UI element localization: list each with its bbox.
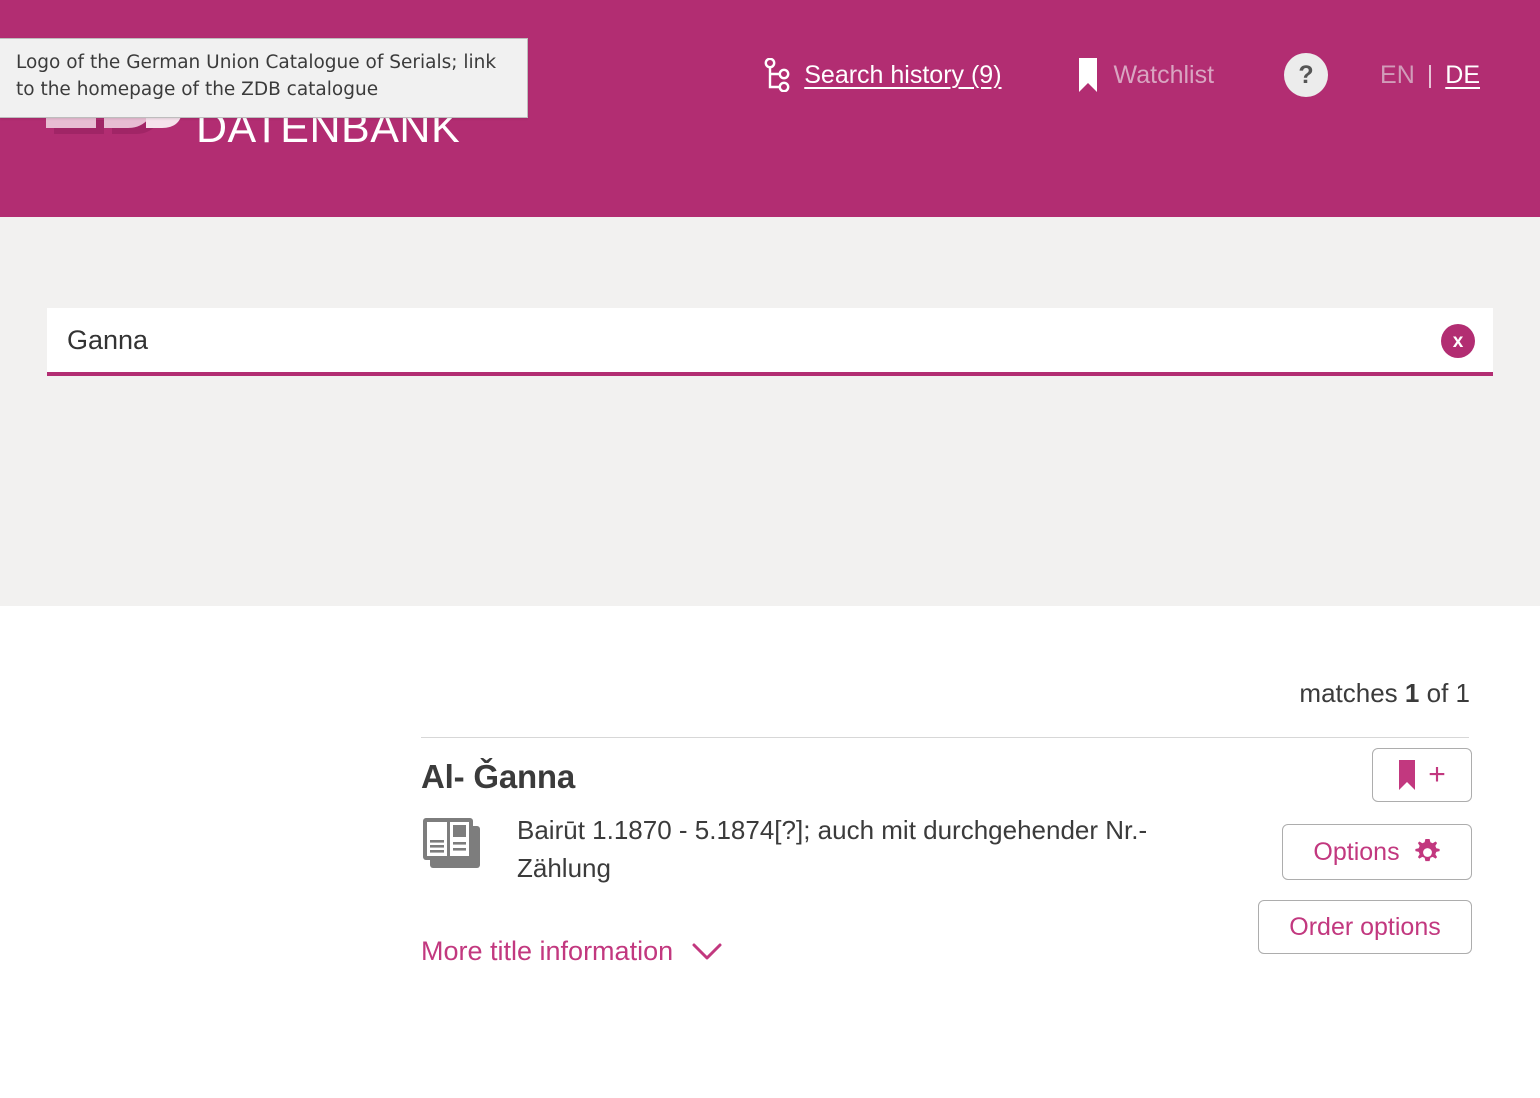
options-label: Options bbox=[1313, 838, 1399, 867]
search-input[interactable] bbox=[47, 308, 1493, 372]
query-field-wrap: x bbox=[47, 308, 1493, 376]
bookmark-icon bbox=[1398, 759, 1416, 791]
search-history-label: Search history (9) bbox=[804, 61, 1001, 90]
branch-icon bbox=[764, 58, 790, 92]
search-history-link[interactable]: Search history (9) bbox=[764, 58, 1001, 92]
site-header: DATENBANK Logo of the German Union Catal… bbox=[0, 0, 1540, 217]
results-divider bbox=[421, 737, 1469, 738]
match-count-prefix: matches bbox=[1299, 678, 1397, 708]
language-switcher: EN | DE bbox=[1380, 61, 1480, 90]
add-to-watchlist-button[interactable]: + bbox=[1372, 748, 1472, 802]
gear-icon bbox=[1414, 839, 1441, 866]
more-title-information-toggle[interactable]: More title information bbox=[421, 936, 723, 967]
options-button[interactable]: Options bbox=[1282, 824, 1472, 880]
watchlist-label: Watchlist bbox=[1114, 61, 1214, 90]
match-count-total: 1 bbox=[1456, 678, 1470, 708]
watchlist-link[interactable]: Watchlist bbox=[1078, 57, 1214, 93]
query-row: x bbox=[47, 308, 1493, 380]
lang-de-link[interactable]: DE bbox=[1445, 61, 1480, 90]
match-count-middle: of bbox=[1427, 678, 1449, 708]
help-button[interactable]: ? bbox=[1284, 53, 1328, 97]
result-description: Bairūt 1.1870 - 5.1874[?]; auch mit durc… bbox=[517, 812, 1197, 887]
match-count: matches 1 of 1 bbox=[1299, 678, 1470, 709]
result-actions: + Options Order options bbox=[1258, 748, 1472, 954]
match-count-current: 1 bbox=[1405, 678, 1419, 708]
bookmark-icon bbox=[1078, 57, 1098, 93]
search-panel: x Title keywords Search New search bbox=[0, 217, 1540, 606]
clear-search-button[interactable]: x bbox=[1441, 324, 1475, 358]
logo-tooltip: Logo of the German Union Catalogue of Se… bbox=[0, 38, 528, 118]
newspaper-icon bbox=[421, 816, 483, 872]
more-title-information-label: More title information bbox=[421, 936, 673, 967]
header-nav: Search history (9) Watchlist ? EN | DE bbox=[764, 52, 1480, 98]
lang-en-current: EN bbox=[1380, 61, 1415, 90]
results-area: matches 1 of 1 Al- Ǧanna bbox=[0, 606, 1540, 1098]
chevron-down-icon bbox=[691, 942, 723, 962]
lang-separator: | bbox=[1427, 61, 1434, 90]
order-options-button[interactable]: Order options bbox=[1258, 900, 1472, 954]
plus-icon: + bbox=[1428, 760, 1446, 790]
